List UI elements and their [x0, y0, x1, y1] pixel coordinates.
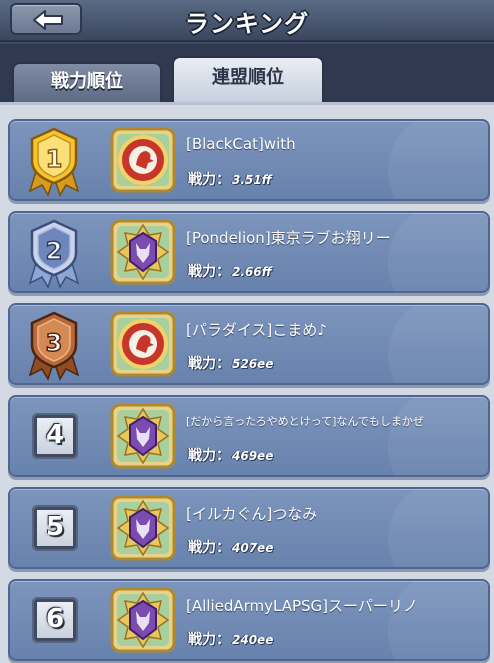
- power-display: 戦力： 469ee: [188, 445, 273, 465]
- lion-emblem-icon: [110, 127, 176, 193]
- ranking-row[interactable]: 6 [AlliedArmyLAPSG]スーパーリノ 戦力： 240ee: [8, 579, 490, 661]
- power-label: 戦力：: [188, 172, 230, 188]
- alliance-name: [AlliedArmyLAPSG]スーパーリノ: [186, 597, 418, 615]
- ranking-list[interactable]: 1 [BlackCat]with 戦力：3.51ff 2 [Pondelion: [0, 102, 494, 663]
- power-label: 戦力：: [188, 632, 230, 648]
- power-value: 2.66ff: [232, 265, 272, 279]
- power-value: 469ee: [232, 449, 274, 463]
- power-value: 240ee: [232, 633, 274, 647]
- bronze-medal-icon: 3: [28, 311, 80, 381]
- alliance-name: [パラダイス]こまめ♪: [186, 321, 327, 339]
- power-label: 戦力：: [188, 356, 230, 372]
- power-display: 戦力： 240ee: [188, 629, 273, 649]
- svg-text:1: 1: [46, 145, 63, 173]
- top-bar: ランキング: [0, 0, 494, 42]
- rank-number: 4: [32, 413, 78, 459]
- tab-alliance-ranking[interactable]: 連盟順位: [172, 56, 324, 102]
- ranking-row[interactable]: 2 [Pondelion]東京ラブお翔リー 戦力： 2.66ff: [8, 211, 490, 293]
- wolf-emblem-icon: [110, 587, 176, 653]
- power-label: 戦力：: [188, 264, 230, 280]
- wolf-emblem-icon: [110, 403, 176, 469]
- power-display: 戦力： 407ee: [188, 537, 273, 557]
- svg-text:3: 3: [46, 329, 63, 357]
- power-label: 戦力：: [188, 448, 230, 464]
- alliance-name: [Pondelion]東京ラブお翔リー: [186, 229, 391, 247]
- power-value: 3.51ff: [232, 173, 272, 187]
- power-value: 526ee: [232, 357, 274, 371]
- silver-medal-icon: 2: [28, 219, 80, 289]
- alliance-name: [イルカぐん]つなみ: [186, 505, 318, 523]
- power-label: 戦力：: [188, 540, 230, 556]
- power-display: 戦力： 526ee: [188, 353, 273, 373]
- wolf-emblem-icon: [110, 495, 176, 561]
- page-title: ランキング: [184, 10, 310, 38]
- power-value: 407ee: [232, 541, 274, 555]
- ranking-row[interactable]: 3 [パラダイス]こまめ♪ 戦力： 526ee: [8, 303, 490, 385]
- ranking-row[interactable]: 1 [BlackCat]with 戦力： 3.51ff: [8, 119, 490, 201]
- alliance-name: [だから言ったろやめとけって]なんでもしまかぜ: [186, 415, 424, 428]
- wolf-emblem-icon: [110, 219, 176, 285]
- lion-emblem-icon: [110, 311, 176, 377]
- svg-text:2: 2: [46, 237, 63, 265]
- rank-number: 6: [32, 597, 78, 643]
- power-display: 戦力： 2.66ff: [188, 261, 272, 281]
- rank-number: 5: [32, 505, 78, 551]
- ranking-row[interactable]: 4 [だから言ったろやめとけって]なんでもしまかぜ 戦力： 469ee: [8, 395, 490, 477]
- alliance-name: [BlackCat]with: [186, 135, 296, 153]
- power-display: 戦力： 3.51ff: [188, 169, 272, 189]
- ranking-row[interactable]: 5 [イルカぐん]つなみ 戦力： 407ee: [8, 487, 490, 569]
- gold-medal-icon: 1: [28, 127, 80, 197]
- tab-power-ranking[interactable]: 戦力順位: [12, 62, 162, 102]
